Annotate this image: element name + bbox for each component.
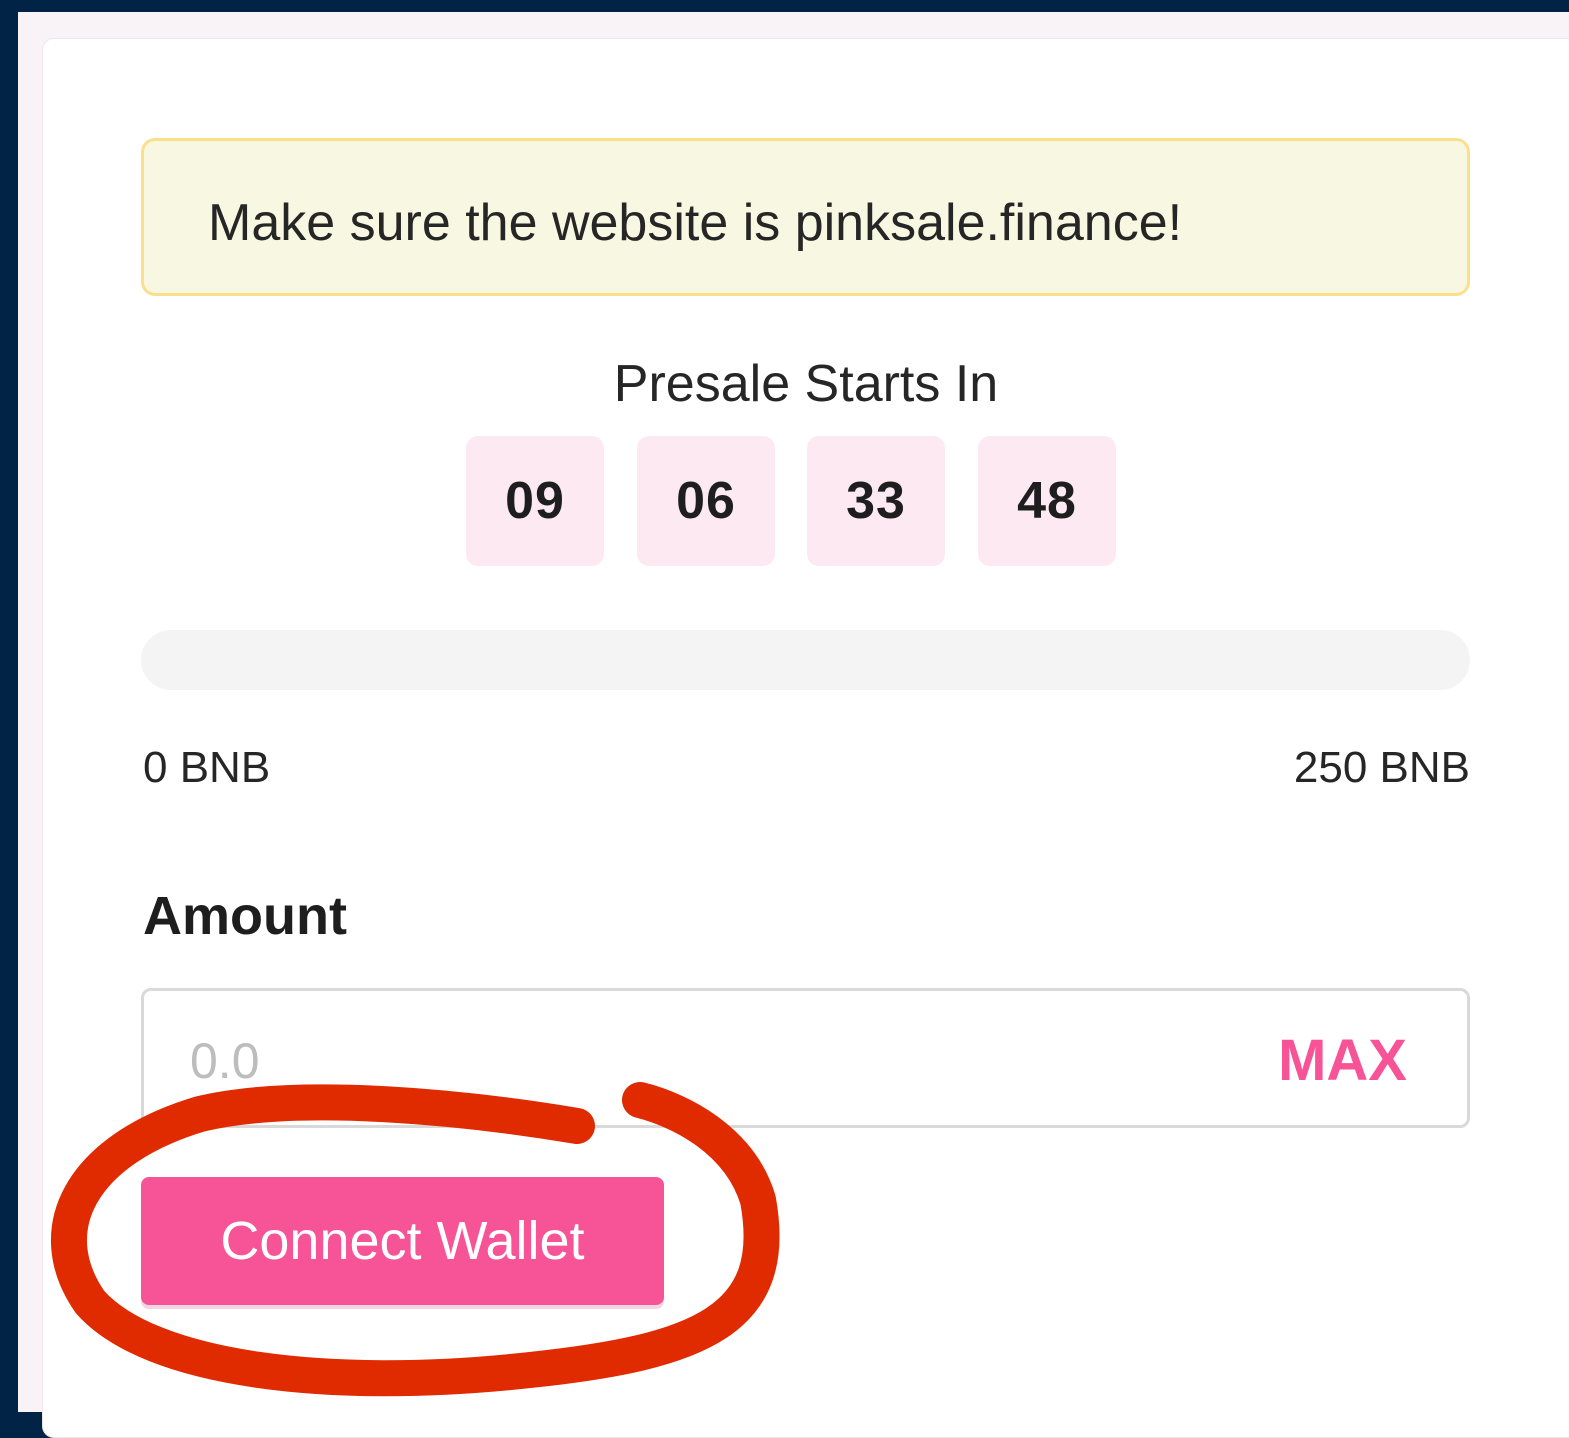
- presale-countdown-title: Presale Starts In: [613, 355, 999, 413]
- countdown-hours: 06: [637, 436, 775, 566]
- progress-min-label: 0 BNB: [143, 743, 271, 792]
- connect-wallet-label: Connect Wallet: [220, 1211, 585, 1271]
- amount-field: MAX: [141, 988, 1470, 1128]
- progress-max-label: 250 BNB: [1293, 743, 1470, 792]
- countdown-seconds: 48: [978, 436, 1116, 566]
- countdown-minutes: 33: [807, 436, 945, 566]
- security-notice-text: Make sure the website is pinksale.financ…: [208, 194, 1183, 252]
- amount-label: Amount: [143, 886, 347, 946]
- security-notice: Make sure the website is pinksale.financ…: [141, 138, 1470, 296]
- left-edge: [0, 0, 18, 1412]
- connect-wallet-button[interactable]: Connect Wallet: [141, 1177, 664, 1305]
- countdown-days: 09: [466, 436, 604, 566]
- presale-progress-bar: [141, 630, 1470, 690]
- top-edge: [0, 0, 1569, 12]
- max-button[interactable]: MAX: [1278, 1021, 1407, 1101]
- amount-input[interactable]: [190, 1021, 1190, 1101]
